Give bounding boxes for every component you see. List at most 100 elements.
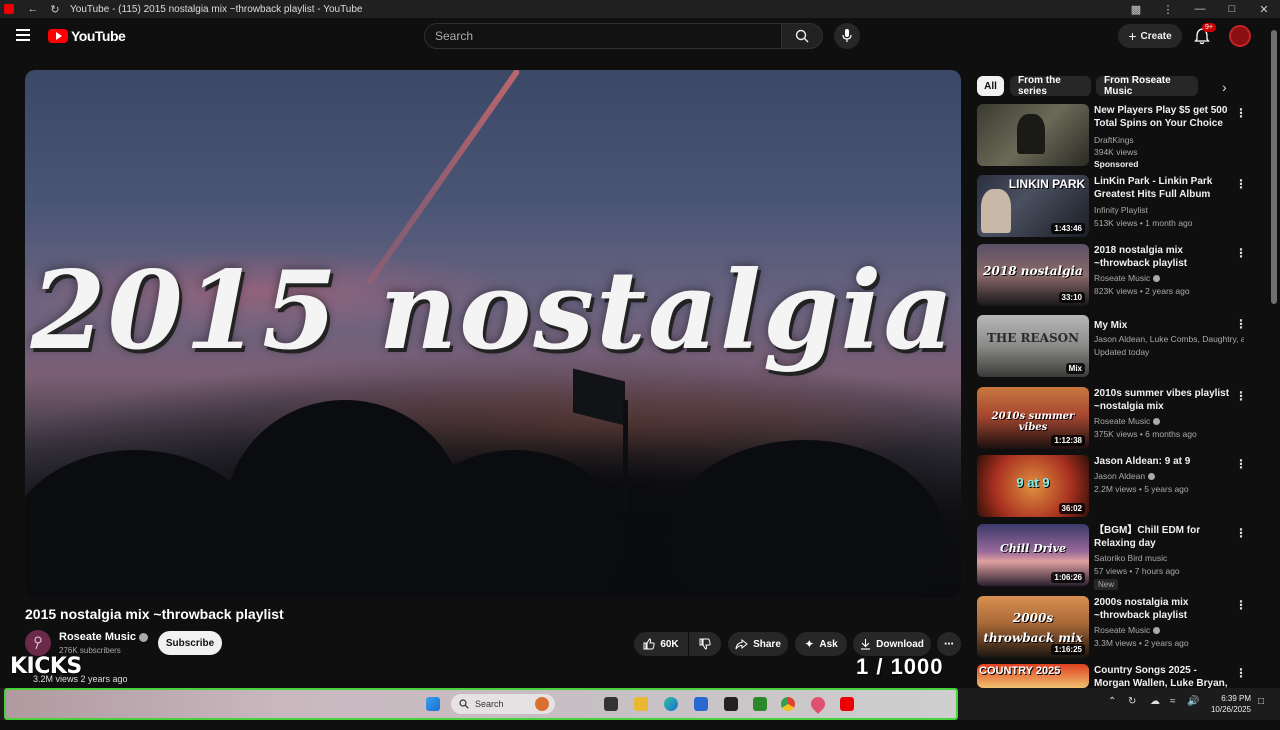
recommendation-item[interactable]: 2000s throwback mix 1:16:25 2000s nostal…	[977, 596, 1267, 662]
thumbnail-text: 2018 nostalgia	[983, 264, 1083, 278]
page-scrollbar[interactable]	[1271, 30, 1277, 304]
recommendation-title: 2018 nostalgia mix ~throwback playlist	[1094, 245, 1188, 269]
recommendation-title: 【BGM】Chill EDM for Relaxing day	[1094, 525, 1201, 549]
account-avatar[interactable]	[1229, 25, 1251, 47]
recommendation-item[interactable]: 2018 nostalgia 33:10 2018 nostalgia mix …	[977, 244, 1267, 310]
search-input[interactable]: Search	[424, 23, 782, 49]
video-thumbnail[interactable]: THE REASON Mix	[977, 315, 1089, 377]
sync-icon[interactable]: ↻	[1128, 696, 1136, 707]
more-vertical-icon[interactable]: ⋮	[1235, 177, 1247, 191]
kicks-overlay: KICKS	[10, 654, 82, 679]
video-thumbnail[interactable]: 9 at 9 36:02	[977, 455, 1089, 517]
thumbnail-text: THE REASON	[986, 331, 1080, 345]
wifi-icon[interactable]: ≈	[1170, 696, 1176, 707]
recommendation-stats: 513K views • 1 month ago	[1094, 218, 1193, 228]
video-thumbnail[interactable]: 2018 nostalgia 33:10	[977, 244, 1089, 306]
recommendation-item[interactable]: 2010s summer vibes 1:12:38 2010s summer …	[977, 387, 1267, 453]
epic-games-icon[interactable]	[724, 697, 738, 711]
dislike-button[interactable]	[689, 632, 721, 656]
subscribe-button[interactable]: Subscribe	[158, 631, 222, 655]
more-vertical-icon[interactable]: ⋮	[1235, 389, 1247, 403]
volume-icon[interactable]: 🔊	[1187, 696, 1199, 707]
more-vertical-icon[interactable]: ⋮	[1235, 457, 1247, 471]
search-button[interactable]	[781, 23, 823, 49]
extensions-icon[interactable]: ▩	[1120, 0, 1152, 18]
plus-icon: +	[1128, 28, 1137, 44]
chip-from-roseate-music[interactable]: From Roseate Music	[1096, 75, 1198, 97]
recommendation-title: Country Songs 2025 - Morgan Wallen, Luke…	[1094, 665, 1228, 689]
youtube-logo[interactable]: YouTube	[48, 28, 126, 44]
more-vertical-icon[interactable]: ⋮	[1235, 526, 1247, 540]
share-button[interactable]: Share	[728, 632, 788, 656]
minimize-icon[interactable]: —	[1184, 0, 1216, 18]
file-explorer-icon[interactable]	[634, 697, 648, 711]
download-icon	[861, 639, 871, 650]
channel-name-label: Roseate Music	[59, 631, 137, 643]
more-vertical-icon[interactable]: ⋮	[1235, 246, 1247, 260]
recommendation-title: LinKin Park - Linkin Park Greatest Hits …	[1094, 176, 1213, 200]
cloud-icon[interactable]: ☁	[1150, 696, 1160, 707]
create-button[interactable]: + Create	[1118, 24, 1182, 48]
close-icon[interactable]: ✕	[1248, 0, 1280, 18]
edge-icon[interactable]	[664, 697, 678, 711]
channel-label: Jason Aldean	[1094, 471, 1146, 481]
maximize-icon[interactable]: □	[1216, 0, 1248, 18]
youtube-taskbar-icon[interactable]	[840, 697, 854, 711]
chrome-icon[interactable]	[781, 697, 795, 711]
taskbar-clock[interactable]: 6:39 PM 10/26/2025	[1203, 693, 1251, 715]
masthead: YouTube Search + Create 9+	[0, 18, 1280, 54]
hamburger-menu-icon[interactable]	[16, 29, 30, 41]
reload-icon[interactable]: ↻	[44, 0, 66, 18]
store-icon[interactable]	[694, 697, 708, 711]
ask-button[interactable]: ✦ Ask	[795, 632, 847, 656]
video-thumbnail[interactable]: 2010s summer vibes 1:12:38	[977, 387, 1089, 449]
voice-search-button[interactable]	[834, 23, 860, 49]
recommendation-item[interactable]: LINKIN PARK 1:43:46 LinKin Park - Linkin…	[977, 175, 1267, 241]
more-vertical-icon[interactable]: ⋮	[1235, 598, 1247, 612]
recommendation-item[interactable]: THE REASON Mix My Mix Jason Aldean, Luke…	[977, 315, 1267, 381]
more-vertical-icon[interactable]: ⋮	[1235, 666, 1247, 680]
video-thumbnail[interactable]	[977, 104, 1089, 166]
video-thumbnail[interactable]: COUNTRY 2025	[977, 664, 1089, 688]
street-sign	[573, 368, 625, 426]
chevron-up-icon[interactable]: ⌃	[1108, 696, 1116, 707]
taskbar-search[interactable]: Search	[451, 694, 555, 714]
like-button[interactable]: 60K	[634, 632, 688, 656]
chevron-right-icon[interactable]: ›	[1222, 79, 1227, 95]
recommendation-item[interactable]: Chill Drive 1:06:26 【BGM】Chill EDM for R…	[977, 524, 1267, 590]
more-vertical-icon[interactable]: ⋮	[1235, 106, 1247, 120]
youtube-play-icon	[48, 29, 68, 43]
sponsored-label: Sponsored	[1094, 159, 1139, 169]
search-icon	[795, 29, 809, 43]
nvidia-icon[interactable]	[753, 697, 767, 711]
recommendation-title: Jason Aldean: 9 at 9	[1094, 456, 1191, 467]
chip-from-the-series[interactable]: From the series	[1010, 75, 1091, 97]
recommendation-item[interactable]: New Players Play $5 get 500 Total Spins …	[977, 104, 1267, 170]
download-button[interactable]: Download	[853, 632, 931, 656]
more-actions-button[interactable]: ⋯	[937, 632, 961, 656]
channel-avatar[interactable]	[25, 630, 51, 656]
menu-icon[interactable]: ⋮	[1152, 0, 1184, 18]
task-view-icon[interactable]	[604, 697, 618, 711]
notification-badge: 9+	[1202, 23, 1216, 32]
clock-date: 10/26/2025	[1210, 705, 1251, 714]
notification-center-icon[interactable]: □	[1258, 696, 1264, 707]
video-duration: 1:43:46	[1051, 223, 1085, 234]
windows-start-icon[interactable]	[426, 697, 440, 711]
channel-name[interactable]: Roseate Music	[59, 631, 149, 643]
back-icon[interactable]: ←	[22, 0, 44, 18]
video-duration: 1:16:25	[1051, 644, 1085, 655]
browser-title-bar: ← ↻ YouTube - (115) 2015 nostalgia mix ~…	[0, 0, 1280, 18]
chip-all[interactable]: All	[977, 76, 1004, 96]
video-duration: 1:06:26	[1051, 572, 1085, 583]
more-vertical-icon[interactable]: ⋮	[1235, 317, 1247, 331]
recommendation-item[interactable]: 9 at 9 36:02 Jason Aldean: 9 at 9 Jason …	[977, 455, 1267, 521]
thumbs-down-icon	[699, 638, 711, 650]
video-thumbnail[interactable]: Chill Drive 1:06:26	[977, 524, 1089, 586]
sparkle-icon: ✦	[804, 637, 815, 651]
video-player[interactable]: 2015 nostalgia	[25, 70, 961, 597]
like-count: 60K	[660, 638, 679, 650]
clock-time: 6:39 PM	[1221, 694, 1251, 703]
video-thumbnail[interactable]: 2000s throwback mix 1:16:25	[977, 596, 1089, 658]
video-thumbnail[interactable]: LINKIN PARK 1:43:46	[977, 175, 1089, 237]
